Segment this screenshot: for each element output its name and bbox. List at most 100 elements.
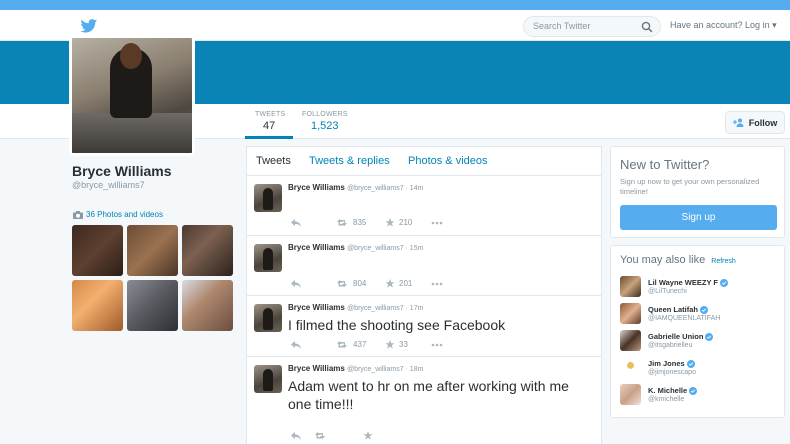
profile-avatar[interactable] [69, 35, 195, 156]
photos-videos-link[interactable]: 36 Photos and videos [73, 210, 163, 219]
tweet-actions: 835 210 [291, 218, 457, 227]
suggestion-handle: @itsgabrielleu [648, 342, 693, 349]
suggestion-item[interactable]: Gabrielle Union @itsgabrielleu [620, 330, 780, 354]
timeline-tabs: Tweets Tweets & replies Photos & videos [247, 147, 601, 176]
favorite-action[interactable]: 201 [385, 279, 417, 288]
suggestion-item[interactable]: Jim Jones @jimjonescapo [620, 357, 780, 381]
more-action[interactable] [431, 282, 443, 286]
favorite-action[interactable] [363, 431, 395, 440]
suggestion-handle: @jimjonescapo [648, 369, 696, 376]
favorite-count: 33 [399, 340, 408, 349]
tweet-author-name[interactable]: Bryce Williams [288, 364, 345, 373]
suggestion-name[interactable]: Queen Latifah [648, 305, 698, 314]
top-accent-strip [0, 0, 790, 10]
tweet-avatar[interactable] [254, 244, 282, 272]
favorite-star-icon [363, 431, 373, 440]
photo-thumbnail[interactable] [127, 280, 178, 331]
reply-action[interactable] [291, 279, 323, 288]
tweet-meta[interactable]: @bryce_williams7 · 18m [347, 366, 423, 373]
active-stat-underline [245, 136, 293, 139]
reply-action[interactable] [291, 431, 301, 440]
retweet-action[interactable]: 804 [337, 279, 371, 288]
retweet-icon [337, 340, 347, 348]
suggestion-name[interactable]: Jim Jones [648, 359, 685, 368]
retweet-count: 835 [353, 218, 367, 227]
suggestion-avatar[interactable] [620, 276, 641, 297]
reply-action[interactable] [291, 218, 323, 227]
follow-button[interactable]: Follow [725, 111, 785, 134]
tab-photos-videos[interactable]: Photos & videos [408, 155, 488, 167]
suggestion-name-row: Lil Wayne WEEZY F [648, 278, 729, 287]
suggestion-name[interactable]: K. Michelle [648, 386, 687, 395]
signup-button[interactable]: Sign up [620, 205, 777, 230]
camera-icon [73, 210, 83, 219]
retweet-action[interactable]: 437 [337, 340, 371, 349]
suggestion-name[interactable]: Gabrielle Union [648, 332, 703, 341]
tab-tweets[interactable]: Tweets [256, 155, 291, 167]
tweet-item[interactable]: Bryce Williams @bryce_williams7 · 17m I … [247, 296, 601, 357]
verified-icon [700, 305, 709, 314]
suggestion-item[interactable]: Lil Wayne WEEZY F @LilTunechi [620, 276, 780, 300]
tweet-avatar[interactable] [254, 365, 282, 393]
retweet-action[interactable]: 835 [337, 218, 371, 227]
suggestion-name-row: Jim Jones [648, 359, 695, 368]
suggestion-handle: @kmichelle [648, 396, 685, 403]
suggestions-title: You may also like Refresh [620, 254, 736, 266]
favorite-action[interactable]: 33 [385, 340, 417, 349]
avatar-desk [72, 113, 192, 153]
photo-thumbnail[interactable] [72, 280, 123, 331]
stat-followers[interactable]: FOLLOWERS 1,523 [302, 111, 348, 132]
tweet-item[interactable]: Bryce Williams @bryce_williams7 · 15m 80… [247, 236, 601, 296]
tweet-header: Bryce Williams @bryce_williams7 · 15m [288, 243, 423, 252]
suggestion-name-row: K. Michelle [648, 386, 698, 395]
more-action[interactable] [431, 221, 443, 225]
profile-handle[interactable]: @bryce_williams7 [72, 180, 145, 190]
tweet-avatar[interactable] [254, 304, 282, 332]
search-icon[interactable] [641, 21, 653, 33]
suggestion-avatar[interactable] [620, 330, 641, 351]
tweet-meta[interactable]: @bryce_williams7 · 14m [347, 185, 423, 192]
search-input[interactable] [533, 21, 638, 31]
search-box[interactable] [523, 16, 661, 37]
tweet-avatar[interactable] [254, 184, 282, 212]
retweet-icon [315, 431, 325, 439]
tweet-text: I filmed the shooting see Facebook [288, 317, 506, 333]
suggestion-avatar[interactable] [620, 357, 641, 378]
tweet-author-name[interactable]: Bryce Williams [288, 243, 345, 252]
suggestion-name-row: Gabrielle Union [648, 332, 714, 341]
tab-tweets-replies[interactable]: Tweets & replies [309, 155, 390, 167]
refresh-link[interactable]: Refresh [711, 258, 736, 265]
tweet-meta[interactable]: @bryce_williams7 · 17m [347, 305, 423, 312]
more-action[interactable] [431, 343, 443, 347]
photo-thumbnail[interactable] [182, 225, 233, 276]
suggestion-name[interactable]: Lil Wayne WEEZY F [648, 278, 718, 287]
tweet-item[interactable]: Bryce Williams @bryce_williams7 · 18m Ad… [247, 357, 601, 444]
photo-thumbnail[interactable] [72, 225, 123, 276]
verified-icon [720, 278, 729, 287]
verified-icon [705, 332, 714, 341]
stat-followers-label: FOLLOWERS [302, 111, 348, 118]
tweet-author-name[interactable]: Bryce Williams [288, 303, 345, 312]
suggestion-avatar[interactable] [620, 384, 641, 405]
tweet-author-name[interactable]: Bryce Williams [288, 183, 345, 192]
suggestion-handle: @IAMQUEENLATIFAH [648, 315, 721, 322]
profile-name[interactable]: Bryce Williams [72, 163, 171, 179]
photo-thumbnail[interactable] [127, 225, 178, 276]
retweet-action[interactable] [315, 431, 349, 440]
suggestion-avatar[interactable] [620, 303, 641, 324]
suggestion-item[interactable]: Queen Latifah @IAMQUEENLATIFAH [620, 303, 780, 327]
photo-thumbnail[interactable] [182, 280, 233, 331]
stat-tweets[interactable]: TWEETS 47 [255, 111, 285, 132]
favorite-count: 210 [399, 218, 413, 227]
favorite-action[interactable]: 210 [385, 218, 417, 227]
favorite-star-icon [385, 218, 395, 227]
reply-action[interactable] [291, 340, 323, 349]
more-dots-icon [431, 282, 443, 285]
twitter-bird-icon[interactable] [80, 19, 98, 33]
login-link[interactable]: Have an account? Log in ▾ [670, 20, 777, 31]
tweet-meta[interactable]: @bryce_williams7 · 15m [347, 245, 423, 252]
retweet-count: 804 [353, 279, 367, 288]
suggestion-item[interactable]: K. Michelle @kmichelle [620, 384, 780, 408]
new-to-twitter-subtitle: Sign up now to get your own personalized… [620, 177, 760, 196]
tweet-item[interactable]: Bryce Williams @bryce_williams7 · 14m 83… [247, 176, 601, 236]
